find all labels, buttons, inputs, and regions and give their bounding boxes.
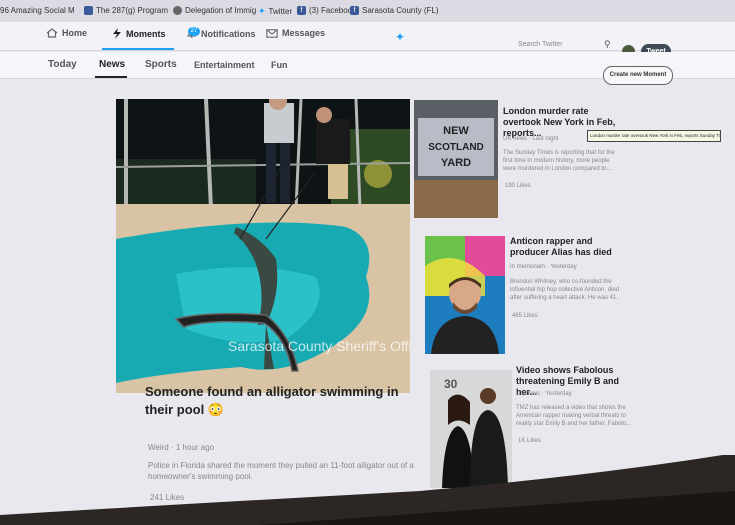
scotland-yard-sign-photo: NEW SCOTLAND YARD — [414, 100, 498, 218]
bookmark-label: Twitter — [268, 7, 293, 16]
side-article-1-body: The Sunday Times is reporting that for t… — [503, 150, 615, 172]
page-icon — [84, 6, 93, 15]
title-tooltip: London murder rate overtook New York in … — [587, 130, 721, 142]
nav-moments-label: Moments — [126, 28, 166, 39]
twitter-bird-icon: ✦ — [258, 6, 266, 16]
main-article-meta: Weird · 1 hour ago — [148, 443, 215, 452]
side-article-2-body: Brendon Whitney, who co-founded the infl… — [510, 279, 620, 301]
bookmark-label: The 287(g) Program — [96, 6, 169, 15]
side-article-1-meta: UK news · Last night — [503, 136, 559, 142]
tab-today[interactable]: Today — [48, 59, 77, 70]
side-article-2-title[interactable]: Anticon rapper and producer Alias has di… — [510, 236, 625, 258]
tab-entertainment[interactable]: Entertainment — [194, 60, 255, 70]
tab-news[interactable]: News — [99, 59, 125, 70]
side-article-3-meta: US news · Yesterday — [516, 391, 572, 397]
nav-messages-label: Messages — [282, 28, 326, 38]
nav-messages[interactable]: Messages — [266, 28, 325, 38]
tab-sports[interactable]: Sports — [145, 59, 177, 70]
bookmark-sarasota[interactable]: f Sarasota County (FL) — [350, 6, 438, 15]
bookmark-facebook[interactable]: f (3) Facebook — [297, 6, 356, 15]
envelope-icon — [266, 28, 278, 38]
facebook-icon: f — [350, 6, 359, 15]
alligator-pool-photo: Sarasota County Sheriff's Office — [116, 99, 410, 393]
facebook-icon: f — [297, 6, 306, 15]
twitter-logo-icon[interactable]: ✦ — [395, 30, 405, 44]
side-article-2-image[interactable] — [425, 236, 505, 354]
nav-home-label: Home — [62, 28, 88, 38]
lightning-icon — [113, 28, 121, 39]
side-article-3-body: TMZ has released a video that shows the … — [516, 405, 632, 427]
seal-icon — [173, 6, 182, 15]
twitter-moments-screen: 96 Amazing Social M The 287(g) Program D… — [0, 0, 735, 525]
active-nav-indicator — [102, 48, 174, 50]
active-tab-indicator — [95, 76, 127, 78]
monitor-bezel — [0, 455, 735, 525]
search-placeholder: Search Twitter — [518, 41, 563, 48]
alias-portrait-photo — [425, 236, 505, 354]
backdrop-text: 30 — [444, 377, 458, 391]
bookmark-label: Delegation of Immig — [185, 6, 257, 15]
nav-home[interactable]: Home — [46, 28, 87, 38]
side-article-1-image[interactable]: NEW SCOTLAND YARD — [414, 100, 498, 218]
side-article-3-likes: 1K Likes — [518, 438, 542, 444]
sign-line: YARD — [441, 157, 471, 169]
bookmark-label: Sarasota County (FL) — [362, 6, 439, 15]
home-icon — [46, 28, 58, 38]
nav-notifications-label: Notifications — [201, 28, 256, 39]
sign-line: NEW — [443, 125, 469, 137]
create-new-moment-button[interactable]: Create new Moment — [603, 66, 673, 85]
bookmark-delegation[interactable]: Delegation of Immig — [173, 6, 256, 15]
side-article-2-meta: In memoriam · Yesterday — [510, 264, 577, 270]
bookmark-twitter[interactable]: ✦ Twitter — [258, 6, 292, 17]
side-article-1-likes: 190 Likes — [505, 183, 531, 189]
nav-moments[interactable]: Moments — [112, 28, 166, 39]
side-article-2-likes: 465 Likes — [512, 313, 538, 319]
notifications-badge: 27 — [188, 27, 200, 36]
tab-fun[interactable]: Fun — [271, 60, 288, 70]
bookmarks-bar: 96 Amazing Social M The 287(g) Program D… — [0, 0, 735, 23]
sign-line: SCOTLAND — [428, 142, 484, 153]
search-icon[interactable]: ⚲ — [604, 39, 611, 50]
photo-watermark: Sarasota County Sheriff's Office — [228, 338, 410, 354]
bookmark-287g[interactable]: The 287(g) Program — [84, 6, 168, 15]
bookmark-label: 96 Amazing Social M — [0, 6, 75, 15]
main-article-image[interactable]: Sarasota County Sheriff's Office — [116, 99, 410, 393]
main-article-title[interactable]: Someone found an alligator swimming in t… — [145, 383, 405, 419]
bookmark-social-media[interactable]: 96 Amazing Social M — [0, 6, 75, 15]
